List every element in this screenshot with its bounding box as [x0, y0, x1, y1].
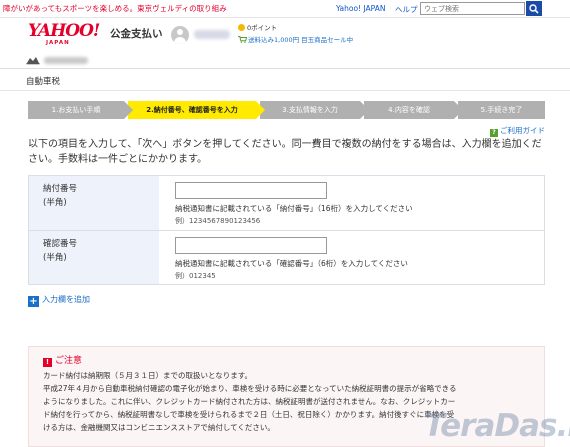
- usage-guide-link[interactable]: ? ご利用ガイド: [490, 125, 545, 137]
- site-header: YAHOO! JAPAN 公金支払い 0ポイント 送料込み1,000円 目玉商品…: [0, 18, 570, 54]
- tax-type-label: 自動車税: [26, 77, 61, 87]
- payment-number-label: 納付番号 (半角): [29, 176, 159, 230]
- step-3: 3.支払情報を入力: [260, 101, 369, 119]
- confirmation-number-row: 確認番号 (半角) 納税通知書に記載されている「確認番号」（6桁）を入力してくだ…: [29, 231, 544, 284]
- help-link[interactable]: ヘルプ: [395, 4, 418, 15]
- caution-line: 平成27年４月から自動車税納付確認の電子化が始まり、車検を受ける時に必要となって…: [43, 384, 457, 393]
- username-redacted: [194, 30, 230, 39]
- site-watermark: TeraDas.net: [424, 408, 570, 444]
- divider: [0, 68, 570, 69]
- coin-icon: [238, 24, 245, 31]
- yahoo-japan-link[interactable]: Yahoo! JAPAN: [336, 4, 385, 13]
- confirmation-number-label: 確認番号 (半角): [29, 231, 159, 284]
- add-input-field-button[interactable]: + 入力欄を追加: [28, 294, 90, 307]
- search-icon: [529, 4, 539, 14]
- payment-form: 納付番号 (半角) 納税通知書に記載されている「納付番号」（16桁）を入力してく…: [28, 175, 545, 285]
- step-2: 2.納付番号、確認番号を入力: [128, 101, 265, 119]
- cart-icon: [238, 36, 247, 43]
- instruction-text: 以下の項目を入力して、「次へ」ボタンを押してください。同一費目で複数の納付をする…: [28, 139, 542, 165]
- payment-number-input[interactable]: [175, 182, 327, 199]
- caution-line: ようになりました。これに伴い、クレジットカード納付された方は、納税証明書が送付さ…: [43, 397, 456, 406]
- add-input-field-text: 入力欄を追加: [42, 295, 90, 304]
- municipal-emblem-icon: [26, 57, 40, 65]
- payment-number-row: 納付番号 (半角) 納税通知書に記載されている「納付番号」（16桁）を入力してく…: [29, 176, 544, 231]
- usage-guide-text: ご利用ガイド: [500, 126, 545, 135]
- top-bar: 障がいがあってもスポーツを楽しめる。東京ヴェルディの取り組み Yahoo! JA…: [0, 0, 570, 18]
- step-5: 5.手続き完了: [458, 101, 545, 119]
- step-1: 1.お支払い手順: [28, 101, 133, 119]
- confirmation-number-input[interactable]: [175, 237, 327, 254]
- caution-line: カード納付は納期限（５月３１日）までの取扱いとなります。: [43, 371, 253, 380]
- caution-title: ! ご注意: [43, 353, 530, 367]
- yahoo-logo[interactable]: YAHOO! JAPAN: [28, 23, 100, 47]
- web-search-input[interactable]: [420, 2, 525, 15]
- confirmation-number-example: 例）012345: [175, 272, 216, 280]
- points-display[interactable]: 0ポイント: [238, 22, 277, 32]
- municipality-name-redacted: [44, 57, 88, 64]
- avatar[interactable]: [171, 26, 189, 44]
- progress-steps: 1.お支払い手順 2.納付番号、確認番号を入力 3.支払情報を入力 4.内容を確…: [28, 101, 545, 119]
- payment-number-example: 例）1234567890123456: [175, 217, 261, 225]
- promo-link[interactable]: 障がいがあってもスポーツを楽しめる。東京ヴェルディの取り組み: [3, 3, 227, 14]
- service-name: 公金支払い: [110, 28, 163, 40]
- points-text: 0ポイント: [247, 24, 278, 32]
- payment-number-note: 納税通知書に記載されている「納付番号」（16桁）を入力してください: [175, 204, 413, 213]
- help-icon: ?: [490, 129, 498, 137]
- warning-icon: !: [43, 358, 52, 367]
- search-button[interactable]: [526, 1, 542, 16]
- plus-icon: +: [28, 296, 39, 307]
- divider: [0, 90, 570, 91]
- shopping-promo-link[interactable]: 送料込み1,000円 目玉商品セール中: [238, 34, 353, 44]
- confirmation-number-note: 納税通知書に記載されている「確認番号」（6桁）を入力してください: [175, 259, 408, 268]
- step-4: 4.内容を確認: [364, 101, 463, 119]
- municipality-row: [0, 54, 570, 68]
- shopping-promo-text: 送料込み1,000円 目玉商品セール中: [248, 36, 354, 44]
